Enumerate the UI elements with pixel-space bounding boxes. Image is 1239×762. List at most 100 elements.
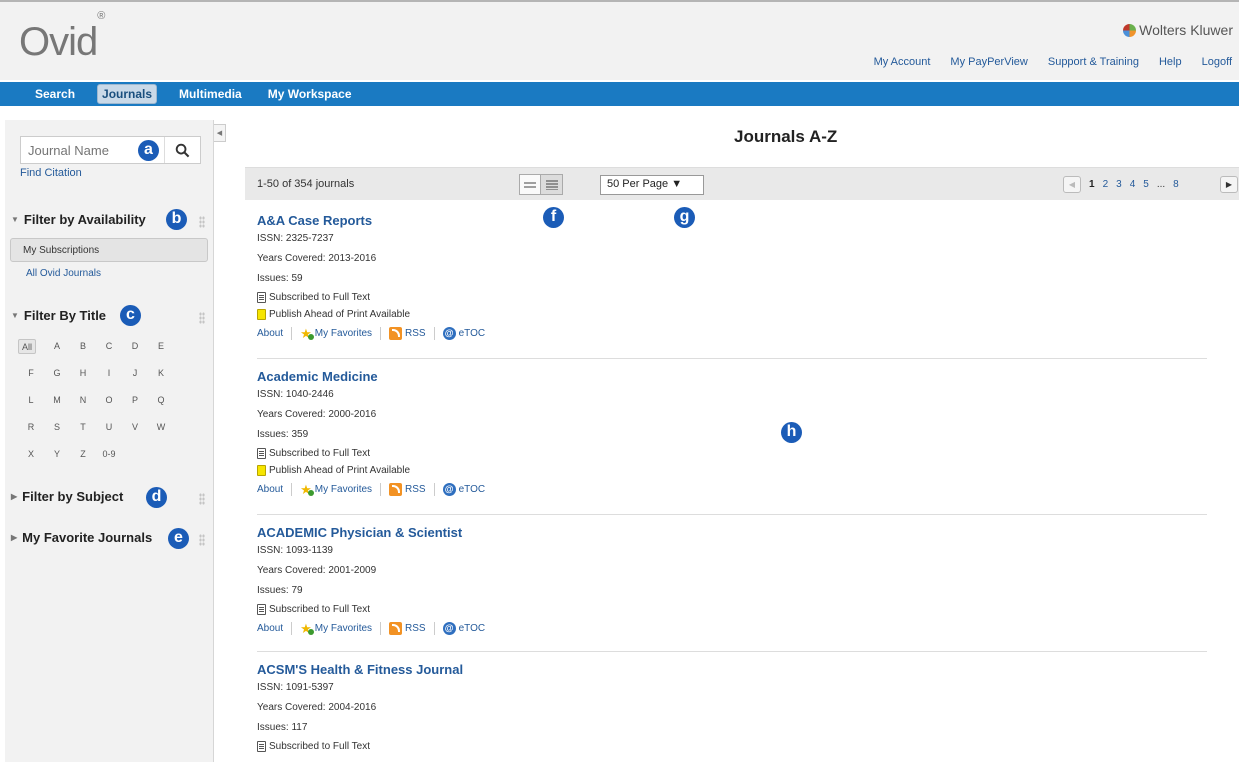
my-account-link[interactable]: My Account	[874, 56, 931, 68]
drag-handle-icon[interactable]	[199, 534, 205, 546]
etoc-link[interactable]: @ eTOC	[442, 622, 485, 635]
pagination-ellipsis: ...	[1156, 179, 1166, 190]
support-training-link[interactable]: Support & Training	[1048, 56, 1139, 68]
page-number[interactable]: 3	[1116, 179, 1122, 190]
about-link[interactable]: About	[257, 623, 283, 634]
logoff-link[interactable]: Logoff	[1202, 56, 1232, 68]
compact-view-button[interactable]	[519, 174, 541, 195]
etoc-label: eTOC	[458, 328, 486, 339]
etoc-link[interactable]: @ eTOC	[442, 483, 485, 496]
page-number[interactable]: 8	[1173, 179, 1179, 190]
add-favorites-link[interactable]: ★ My Favorites	[300, 622, 372, 635]
letter-filter[interactable]: J	[122, 366, 148, 381]
detailed-view-button[interactable]	[541, 174, 563, 195]
action-divider	[433, 483, 435, 496]
add-favorites-link[interactable]: ★ My Favorites	[300, 483, 372, 496]
journal-title-link[interactable]: A&A Case Reports	[257, 213, 1207, 229]
rss-link[interactable]: RSS	[389, 327, 426, 340]
drag-handle-icon[interactable]	[199, 312, 205, 324]
per-page-select[interactable]: 50 Per Page ▼	[600, 175, 704, 195]
page-number[interactable]: 4	[1130, 179, 1136, 190]
journal-issn: ISSN: 2325-7237	[257, 233, 334, 244]
journal-filter-sidebar: a Find Citation ▼Filter by Availability …	[5, 120, 214, 762]
drag-handle-icon[interactable]	[199, 216, 205, 228]
subscription-label: Subscribed to Full Text	[269, 604, 370, 615]
letter-filter[interactable]: L	[18, 393, 44, 408]
favorite-star-icon: ★	[300, 621, 314, 636]
journal-issn: ISSN: 1093-1139	[257, 545, 333, 556]
about-link[interactable]: About	[257, 484, 283, 495]
letter-filter[interactable]: Q	[148, 393, 174, 408]
letter-filter[interactable]: Y	[44, 447, 70, 462]
letter-filter[interactable]: K	[148, 366, 174, 381]
letter-filter[interactable]: R	[18, 420, 44, 435]
letter-filter[interactable]: E	[148, 339, 174, 354]
drag-handle-icon[interactable]	[199, 493, 205, 505]
letter-filter[interactable]: O	[96, 393, 122, 408]
letter-filter[interactable]: W	[148, 420, 174, 435]
page-number[interactable]: 2	[1103, 179, 1109, 190]
letter-filter[interactable]: X	[18, 447, 44, 462]
etoc-link[interactable]: @ eTOC	[442, 327, 486, 340]
ovid-logo[interactable]: Ovid®	[19, 10, 105, 65]
filter-title-header[interactable]: ▼ Filter By Title	[11, 308, 106, 323]
nav-journals[interactable]: Journals	[97, 84, 158, 104]
rss-link[interactable]: RSS	[389, 483, 426, 496]
letter-filter[interactable]: G	[44, 366, 70, 381]
rss-icon	[389, 327, 403, 340]
find-citation-link[interactable]: Find Citation	[20, 167, 82, 179]
rss-link[interactable]: RSS	[389, 622, 426, 635]
journal-issn: ISSN: 1040-2446	[257, 389, 334, 400]
letter-filter[interactable]: V	[122, 420, 148, 435]
letter-filter[interactable]: U	[96, 420, 122, 435]
letter-filter[interactable]: N	[70, 393, 96, 408]
filter-availability-header[interactable]: ▼ Filter by Availability	[11, 212, 146, 227]
filter-subject-header[interactable]: ▶ Filter by Subject	[11, 489, 123, 504]
add-favorites-link[interactable]: ★ My Favorites	[300, 327, 372, 340]
ahead-of-print-icon	[257, 465, 266, 476]
letter-filter[interactable]: B	[70, 339, 96, 354]
letter-filter[interactable]: Z	[70, 447, 96, 462]
letter-filter[interactable]: 0-9	[96, 447, 122, 462]
action-divider	[380, 622, 382, 635]
search-button[interactable]	[164, 137, 200, 163]
letter-filter[interactable]: D	[122, 339, 148, 354]
next-page-button[interactable]: ▶	[1220, 176, 1238, 193]
nav-my-workspace[interactable]: My Workspace	[264, 85, 356, 103]
favorites-label: My Favorites	[314, 623, 373, 634]
letter-filter[interactable]: H	[70, 366, 96, 381]
letter-filter[interactable]: I	[96, 366, 122, 381]
letter-filter[interactable]: P	[122, 393, 148, 408]
favorite-journals-header[interactable]: ▶ My Favorite Journals	[11, 530, 152, 545]
journal-title-link[interactable]: Academic Medicine	[257, 369, 1207, 385]
my-subscriptions-button[interactable]: My Subscriptions	[10, 238, 208, 262]
letter-filter[interactable]: M	[44, 393, 70, 408]
letter-filter[interactable]: T	[70, 420, 96, 435]
action-divider	[433, 327, 435, 340]
journal-title-link[interactable]: ACSM'S Health & Fitness Journal	[257, 662, 1207, 678]
page-number[interactable]: 5	[1143, 179, 1149, 190]
nav-search[interactable]: Search	[31, 85, 79, 103]
subscription-label: Subscribed to Full Text	[269, 292, 370, 303]
about-link[interactable]: About	[257, 328, 283, 339]
letter-filter[interactable]: C	[96, 339, 122, 354]
collapse-arrow-icon: ◀	[216, 130, 223, 137]
favorites-label: My Favorites	[314, 328, 373, 339]
all-ovid-journals-link[interactable]: All Ovid Journals	[26, 268, 101, 279]
pagination: ◀ 1 2 3 4 5 ... 8 ▶	[1063, 176, 1238, 193]
about-label: About	[257, 623, 284, 634]
nav-multimedia[interactable]: Multimedia	[175, 85, 246, 103]
letter-filter[interactable]: S	[44, 420, 70, 435]
help-link[interactable]: Help	[1159, 56, 1182, 68]
top-header: Ovid® Wolters Kluwer My Account My PayPe…	[0, 0, 1239, 80]
previous-page-button[interactable]: ◀	[1063, 176, 1081, 193]
journal-title-link[interactable]: ACADEMIC Physician & Scientist	[257, 525, 1207, 541]
page-number[interactable]: 1	[1089, 179, 1095, 190]
letter-filter[interactable]: F	[18, 366, 44, 381]
wolters-kluwer-logo: Wolters Kluwer	[1123, 22, 1233, 38]
letter-filter-all[interactable]: All	[18, 339, 36, 354]
letter-filter[interactable]: A	[44, 339, 70, 354]
my-payperview-link[interactable]: My PayPerView	[950, 56, 1027, 68]
collapse-sidebar-button[interactable]: ◀	[214, 124, 226, 142]
ahead-of-print-label: Publish Ahead of Print Available	[269, 465, 411, 476]
